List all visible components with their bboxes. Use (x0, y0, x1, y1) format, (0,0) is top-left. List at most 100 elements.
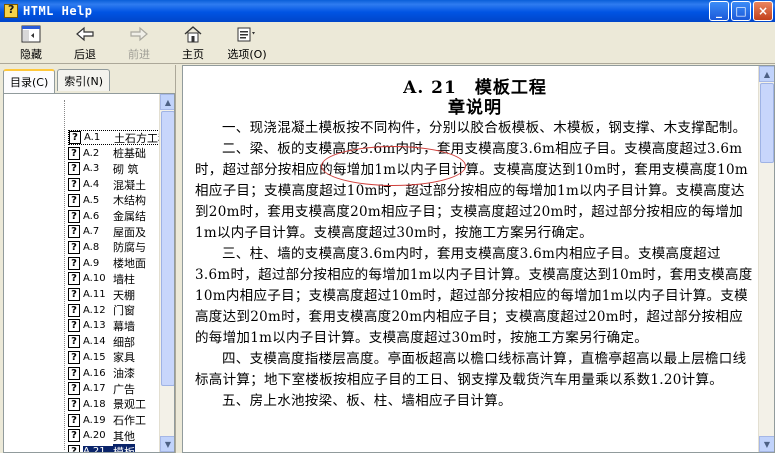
paragraph-5: 五、房上水池按梁、板、柱、墙相应子目计算。 (222, 393, 512, 409)
tree-item[interactable]: ? A.19 石作工 (68, 413, 146, 428)
topic-document: A. 21 模板工程 章说明 一、现浇混凝土模板按不同构件，分别以胶合板模板、木… (195, 66, 755, 412)
options-icon (236, 24, 258, 44)
scroll-up-icon[interactable]: ▲ (160, 94, 174, 110)
home-button[interactable]: 主页 (166, 22, 220, 62)
paragraph-3: 三、柱、墙的支模高度3.6m内时，套用支模高度3.6m内相应子目。支模高度超过3… (195, 246, 753, 346)
tree-item-number: A.5 (83, 194, 100, 206)
tab-index[interactable]: 索引(N) (57, 69, 111, 91)
tree-item-number: A.8 (83, 241, 100, 253)
tree-item[interactable]: ? A.9 楼地面 (68, 256, 146, 271)
tree-item[interactable]: ? A.5 木结构 (68, 193, 146, 208)
tree-item-number: A.10 (83, 273, 106, 285)
nav-tabs: 目录(C) 索引(N) (3, 69, 112, 93)
paragraph-1: 一、现浇混凝土模板按不同构件，分别以胶合板模板、木模板，钢支撑、木支撑配制。 (222, 120, 747, 136)
tree-item[interactable]: ? A.8 防腐与 (68, 240, 146, 255)
tree-item[interactable]: ? A.17 广告 (68, 381, 135, 396)
help-topic-icon: ? (68, 335, 80, 349)
help-topic-icon: ? (68, 319, 80, 333)
options-label: 选项(O) (227, 48, 267, 61)
help-topic-icon: ? (68, 193, 80, 207)
scroll-thumb[interactable] (760, 83, 774, 163)
help-topic-icon: ? (68, 256, 80, 270)
back-arrow-icon (74, 24, 96, 44)
tree-connector-line (64, 100, 65, 450)
help-app-icon (4, 3, 18, 18)
scroll-up-icon[interactable]: ▲ (759, 66, 774, 82)
tree-item[interactable]: ? A.11 天棚 (68, 287, 135, 302)
tree-item-number: A.19 (83, 414, 106, 426)
tree-item[interactable]: ? A.16 油漆 (68, 366, 135, 381)
tree-item[interactable]: ? A.14 细部 (68, 334, 135, 349)
tab-contents[interactable]: 目录(C) (3, 69, 56, 93)
tree-item-label: 幕墙 (113, 319, 135, 333)
tree-item-number: A.1 (84, 132, 101, 143)
content-vertical-scrollbar[interactable]: ▲ ▼ (758, 66, 774, 452)
hide-pane-icon (20, 24, 42, 44)
help-topic-icon: ? (68, 209, 80, 223)
tree-item[interactable]: ? A.20 其他 (68, 428, 135, 443)
navigation-pane: 目录(C) 索引(N) ?A.1土石方工程?A.2桩基础?A.3砌 筑?A.4混… (0, 65, 176, 453)
help-topic-icon: ? (68, 162, 80, 176)
window-controls: _ □ × (709, 1, 773, 21)
tree-item[interactable]: ? A.4 混凝土 (68, 177, 146, 192)
scroll-down-icon[interactable]: ▼ (160, 436, 174, 452)
hide-button[interactable]: 隐藏 (4, 22, 58, 62)
tree-item-label: 混凝土 (113, 178, 146, 192)
tree-item-label: 其他 (113, 429, 135, 443)
minimize-button[interactable]: _ (709, 1, 729, 21)
tree-item-label: 景观工 (113, 398, 146, 412)
tree-item-number: A.15 (83, 351, 106, 363)
help-topic-icon: ? (68, 350, 80, 364)
tree-item[interactable]: ? A.21 模板 (68, 443, 135, 452)
tree-item-label: 模板 (113, 443, 135, 452)
help-topic-icon: ? (68, 413, 80, 427)
tree-item-label: 砌 筑 (113, 162, 139, 176)
paragraph-2: 二、梁、板的支模高度3.6m内时，套用支模高度3.6m相应子目。支模高度超过3.… (195, 141, 748, 241)
tree-item-label: 油漆 (113, 367, 135, 380)
scroll-thumb[interactable] (161, 111, 174, 386)
back-button[interactable]: 后退 (58, 22, 112, 62)
tree-item[interactable]: ? A.10 墙柱 (68, 271, 135, 286)
tree-item-label: 石作工 (113, 414, 146, 428)
tree-item[interactable]: ? A.12 门窗 (68, 303, 135, 318)
tree-item-number: A.12 (83, 304, 106, 316)
forward-button[interactable]: 前进 (112, 22, 166, 62)
tree-item-label: 桩基础 (113, 147, 146, 161)
topic-content-pane: A. 21 模板工程 章说明 一、现浇混凝土模板按不同构件，分别以胶合板模板、木… (182, 65, 775, 453)
tree-item[interactable]: ? A.13 幕墙 (68, 318, 135, 333)
tree-item-label: 细部 (113, 335, 135, 349)
tree-item-number: A.17 (83, 383, 106, 395)
tree-item-number: A.3 (83, 163, 100, 175)
close-button[interactable]: × (753, 1, 773, 21)
help-topic-icon: ? (68, 397, 80, 411)
tree-item[interactable]: ? A.15 家具 (68, 350, 135, 365)
tree-item-label: 门窗 (113, 304, 135, 318)
scroll-down-icon[interactable]: ▼ (759, 436, 774, 452)
tree-item-label: 墙柱 (113, 272, 135, 286)
tree-item-number: A.7 (83, 226, 100, 238)
tree-vertical-scrollbar[interactable]: ▲ ▼ (159, 94, 174, 452)
tree-item-label: 屋面及 (113, 225, 146, 239)
tree-item[interactable]: ? A.2 桩基础 (68, 146, 146, 161)
tree-item-number: A.16 (83, 367, 106, 379)
tree-item-label: 防腐与 (113, 241, 146, 255)
tree-item[interactable]: ? A.18 景观工 (68, 397, 146, 412)
tree-item[interactable]: ? A.3 砌 筑 (68, 161, 139, 176)
tree-item[interactable]: ? A.7 屋面及 (68, 224, 146, 239)
tree-item[interactable]: ?A.1 土石方工程 (68, 130, 159, 145)
help-topic-icon: ? (68, 382, 80, 396)
tree-item-label: 土石方工程 (114, 131, 159, 145)
tree-item-label: 天棚 (113, 288, 135, 302)
title-bar: HTML Help _ □ × (0, 0, 775, 22)
tree-item-label: 金属结 (113, 210, 146, 223)
tree-item-label: 广告 (113, 382, 135, 396)
home-icon (182, 24, 204, 44)
tree-item-number: A.18 (83, 398, 106, 410)
options-button[interactable]: 选项(O) (220, 22, 274, 62)
maximize-button[interactable]: □ (731, 1, 751, 21)
forward-arrow-icon (128, 24, 150, 44)
tree-item[interactable]: ? A.6 金属结 (68, 209, 146, 224)
toolbar: 隐藏 后退 前进 主页 选项(O) (0, 22, 775, 64)
contents-tree-panel: ?A.1土石方工程?A.2桩基础?A.3砌 筑?A.4混凝土?A.5木结构?A.… (3, 93, 175, 453)
contents-tree[interactable]: ?A.1土石方工程?A.2桩基础?A.3砌 筑?A.4混凝土?A.5木结构?A.… (4, 94, 159, 452)
